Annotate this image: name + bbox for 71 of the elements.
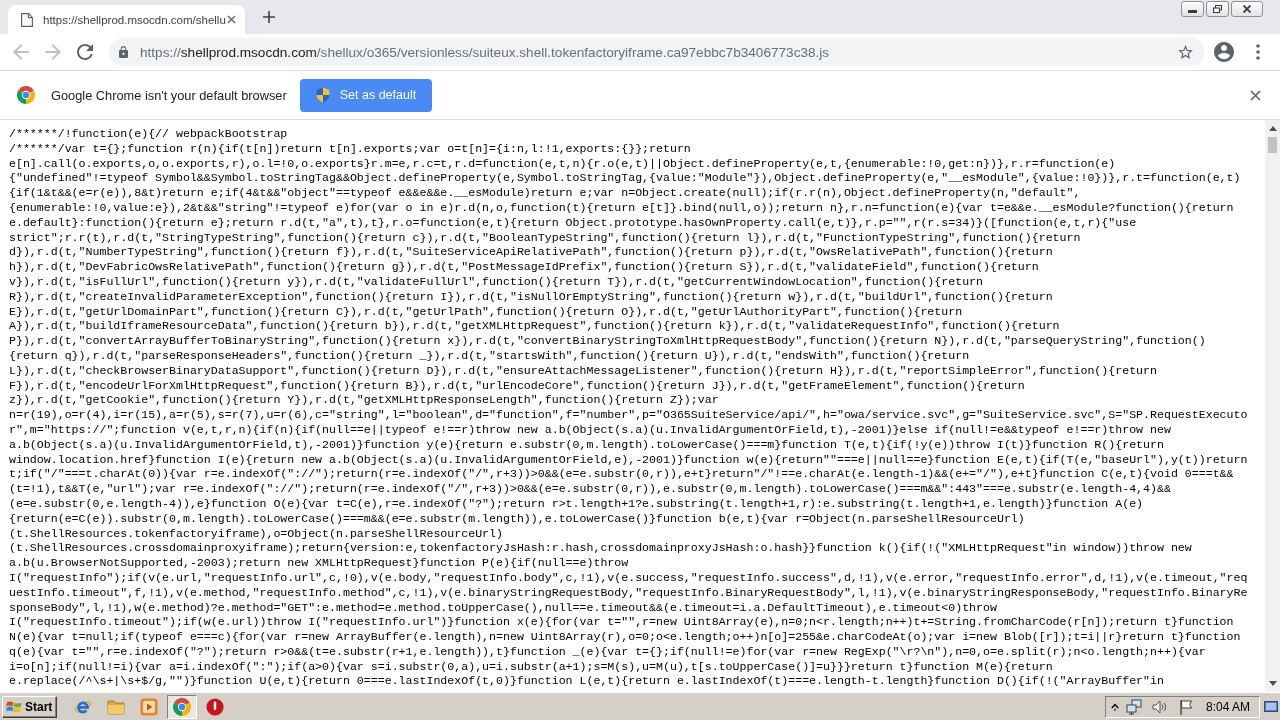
plus-icon[interactable] xyxy=(263,11,275,23)
code-line: R}),r.d(t,"createInvalidParameterException",function(){return I}),r.d(t,"isNullOrEmptyString",function(){return w}),r.d(t,"buildUrl",function(){return xyxy=(9,289,1054,305)
code-line: /******/!function(e){// webpackBootstrap xyxy=(9,127,289,142)
browser-tab[interactable]: https://shellprod.msocdn.com/shellu xyxy=(8,5,245,34)
code-line: r",m="https://";function v(e,t,r,n){if(n){if(null==e||typeof e!==r)throw new a.b(Object(s.a)(u.InvalidArgumentOrField,t),-2001)}else if(null!=e&&typeof e!==r)throw new xyxy=(9,422,1172,438)
code-line: strict";r.r(t),r.d(t,"StringTypeString",function(){return c}),r.d(t,"BooleanTypeString",function(){return l}),r.d(t,"FunctionTypeString",function(){return xyxy=(9,230,1082,246)
code-line: v}),r.d(t,"isFullUrl",function(){return y}),r.d(t,"validateFullUrl",function(){return T}),r.d(t,"getCurrentWindowLocation",function(){return xyxy=(9,274,985,290)
flag-icon[interactable] xyxy=(1177,698,1194,715)
chevron-up-icon[interactable] xyxy=(1110,702,1119,711)
code-line: (t=!1),t&&T(e,"url");var r=e.indexOf("://");return(r=e.indexOf("/",r+3))>0&&(e=e.substr(0,r)),e.substr(0,m.length).toLowerCase()===m&&":443"===e.substr(e.length-4,4)&& xyxy=(9,482,1172,497)
scroll-down-arrow-icon[interactable] xyxy=(1268,681,1277,686)
code-line: {return q}),r.d(t,"parseResponseHeaders",function(){return _}),r.d(t,"startsWith",function(){return U}),r.d(t,"endsWith",function(){return xyxy=(9,348,971,364)
url-text: https://shellprod.msocdn.com/shellux/o365/versionless/suiteux.shell.tokenfactoryiframe.ca97ebbc7b3406773c38.js xyxy=(140,44,830,60)
scroll-up-arrow-icon[interactable] xyxy=(1268,126,1277,131)
code-line: d}),r.d(t,"NumberTypeString",function(){return f}),r.d(t,"SuiteServiceApiRelativePath",function(){return p}),r.d(t,"OwsRelativePath",function(){return xyxy=(9,245,1054,261)
show-desktop-icon[interactable] xyxy=(1264,699,1278,714)
code-line: {enumerable:!0,value:e}),2&t&&"string"!=typeof e)for(var o in e)r.d(n,o,function(t){return e[t]}.bind(null,o));return n},r.n=function(e){var t=e&&e.__esModule?function(){return xyxy=(9,201,1235,216)
minimize-icon[interactable] xyxy=(1181,1,1204,17)
code-line: A}),r.d(t,"buildIframeResourceData",function(){return b}),r.d(t,"getXMLHttpRequest",function(){return k}),r.d(t,"validateRequestInfo",function(){return xyxy=(9,319,1061,335)
code-line: uestInfo.timeout",f,!1),v(e.method,"requestInfo.method",c,!1),v(e.binaryStringRequestBody,"requestInfo.BinaryRequestBody",l,!1),v(e.binaryStringResponseBody,"requestInfo.BinaryRe xyxy=(9,585,1249,601)
scroll-thumb[interactable] xyxy=(1268,137,1277,153)
code-line: {if(1&t&&(e=r(e)),8&t)return e;if(4&t&&"object"==typeof e&&e&&e.__esModule)return e;var n=Object.create(null);if(r.r(n),Object.defineProperty(n,"default", xyxy=(9,186,1082,201)
page-icon xyxy=(21,12,33,27)
code-line: z}),r.d(t,"getCookie",function(){return Y}),r.d(t,"getXMLHttpResponseLength",function(){return Z});var xyxy=(9,393,720,409)
network-icon[interactable] xyxy=(1125,698,1142,715)
lock-icon[interactable] xyxy=(119,46,128,58)
code-line: e[n].call(o.exports,o,o.exports,r),o.l=!0,o.exports}r.m=e,r.c=t,r.d=function(e,t,n){r.o(e,t)||Object.defineProperty(e,t,{enumerable:!0,get:n})},r.r=function(e) xyxy=(9,156,1117,172)
code-line: sponseBody",l,!1),w(e.method)?e.method="GET":e.method=e.method.toUpperCase(),null==e.timeout&&(e.timeout=i.a.DefaultTimeout),e.timeout<0)throw xyxy=(9,600,998,616)
star-icon[interactable] xyxy=(1178,45,1193,59)
address-bar[interactable]: https://shellprod.msocdn.com/shellux/o365/versionless/suiteux.shell.tokenfactoryiframe.ca97ebbc7b3406773c38.js xyxy=(109,38,1204,66)
code-line: I("requestInfo");if(v(e.url,"requestInfo.url",c,!0),v(e.body,"requestInfo.body",c,!1),v(e.success,"requestInfo.success",d,!1),v(e.error,"requestInfo.error",d,!1),v(e.timeout,"req xyxy=(9,570,1249,586)
browser-logo-icon xyxy=(17,86,35,104)
code-line: n=r(19),o=r(4),i=r(15),a=r(5),s=r(7),u=r(6),c="string",l="boolean",d="function",f="number",p="O365SuiteService/api/",h="owa/service.svc",g="SuiteService.svc",S="SP.RequestExecuto xyxy=(9,408,1249,423)
code-line: (e=e.substr(0,e.length-4)),e}function O(e){var t=C(e),r=e.indexOf("?");return r>t.length+1?e.substring(t.length+1,r):e.substring(t.length+1,e.length)}function A(e) xyxy=(9,496,1145,512)
code-line: t;if("/"===t.charAt(0)){var r=e.indexOf("://");return(r=e.indexOf("/",r+3))>0&&(e=e.substr(0,r)),e+t}return"/"!==e.charAt(e.length-1)&&(e+="/"),e+t}function C(e,t){void 0===t&& xyxy=(9,467,1235,483)
code-line: window.location.href}function I(e){return new a.b(Object(s.a)(u.InvalidArgumentOrField,e),-2001)}function w(e){return""===e||null==e}function E(e,t){if(T(e,"baseUrl"),y(t))return xyxy=(9,452,1249,468)
code-line: a.b(Object(s.a)(u.InvalidArgumentOrField,t),-2001)}function y(e){return e.substr(0,m.length).toLowerCase()===m}function T(e,t){if(!y(e))throw I(t)}function R(){return xyxy=(9,437,1165,453)
restore-icon[interactable] xyxy=(1206,1,1229,17)
alert-icon[interactable] xyxy=(206,697,225,716)
scrollbar[interactable] xyxy=(1265,120,1280,692)
code-line: h}),r.d(t,"DevFabricOwsRelativePath",function(){return g}),r.d(t,"PostMessageIdPrefix",function(){return S}),r.d(t,"validateField",function(){return xyxy=(9,260,1040,275)
window-flag-icon xyxy=(6,699,22,714)
code-line: I("requestInfo.timeout");if(w(e.url))throw I("requestInfo.url")}function x(e){for(var t="",r=new Uint8Array(e),n=0;n<r.length;n++)t+=String.fromCharCode(r[n]);return t}function xyxy=(9,615,1235,631)
start-button[interactable]: Start xyxy=(2,695,58,718)
code-line: {"undefined"!=typeof Symbol&&Symbol.toStringTag&&Object.defineProperty(e,Symbol.toStringTag,{value:"Module"}),Object.defineProperty(e,"__esModule",{value:!0})},r.t=function(e,t) xyxy=(9,171,1242,187)
reload-icon[interactable] xyxy=(77,44,93,60)
code-line: e.replace(/^\s+|\s+$/g,"")}function U(e,t){return 0===e.lastIndexOf(t,0)}function L(e,t){return e.lastIndexOf(t)===e.length-t.length}function D(){if(!("ArrayBuffer"in xyxy=(9,674,1165,690)
code-line: P}),r.d(t,"convertArrayBufferToBinaryString",function(){return x}),r.d(t,"convertBinaryStringToXmlHttpRequestBody",function(){return N}),r.d(t,"parseQueryString",function() xyxy=(9,334,1207,349)
code-line: (t.ShellResources.crossdomainproxyiframe);return{version:e,tokenfactoryJsHash:r.hash,crossdomainproxyJsHash:o.hash}}function k(){if(!("XMLHttpRequest"in window))throw new xyxy=(9,541,1193,557)
play-icon[interactable] xyxy=(140,697,159,716)
code-line: (t.ShellResources.tokenfactoryiframe),o=Object(n.parseShellResourceUrl) xyxy=(9,526,504,542)
code-line: q(e){var t="",r=e.indexOf("?");return r>0&&(t=e.substr(r+1,e.length)),t}function _(e){var t={};if(null!=e)for(var r=new RegExp("\r?\n"),n=0,o=e.split(r);n<o.length;n++){var xyxy=(9,644,1207,660)
browser-logo-icon[interactable] xyxy=(167,694,198,719)
close-icon[interactable] xyxy=(227,15,236,24)
code-line: {return(e=C(e)).substr(0,m.length).toLowerCase()===m&&(e=e.substr(m.length)),e.toLowerCase()}function b(e,t){var r=Object(n.parseShellResourceUrl) xyxy=(9,511,1026,527)
infobar-message: Google Chrome isn't your default browser xyxy=(51,87,287,103)
code-line: N(e){var t=null;if(typeof e===c){for(var r=new ArrayBuffer(e.length),n=new Uint8Array(r),o=0;o<e.length;o++)n[o]=255&e.charCodeAt(o);var i=new Blob([r]);t=i||r}return t}function xyxy=(9,630,1242,645)
shield-icon xyxy=(315,87,330,103)
account-icon[interactable] xyxy=(1214,42,1234,62)
code-line: a.b(u.BrowserNotSupported,-2003);return new XMLHttpRequest}function P(e){if(null==e)throw xyxy=(9,556,630,571)
code-line: F}),r.d(t,"encodeUrlForXmlHttpRequest",function(){return B}),r.d(t,"urlEncodeCore",function(){return J}),r.d(t,"getFrameElement",function(){return xyxy=(9,378,1026,394)
close-window-icon[interactable] xyxy=(1231,1,1263,17)
clock-text[interactable]: 8:04 AM xyxy=(1205,699,1250,714)
speaker-icon[interactable] xyxy=(1151,698,1168,715)
code-line: i=o[n];if(null!=i){var a=i.indexOf(":");if(a>0){var s=i.substr(0,a),u=i.substr(a+1);s=M(s),u=M(u),t[s.toUpperCase()]=u}}}return t}function M(e){return xyxy=(9,659,1054,675)
code-line: /******/var t={};function r(n){if(t[n])return t[n].exports;var o=t[n]={i:n,l:!1,exports:{}};return xyxy=(9,141,692,157)
code-line: E}),r.d(t,"getUrlDomainPart",function(){return C}),r.d(t,"getUrlPath",function(){return O}),r.d(t,"getUrlAuthorityPart",function(){return xyxy=(9,304,964,320)
close-icon[interactable] xyxy=(1250,89,1261,101)
code-line: e.default}:function(){return e};return r.d(t,"a",t),t},r.o=function(e,t){return Object.prototype.hasOwnProperty.call(e,t)},r.p="",r(r.s=34)}([function(e,t,r){"use xyxy=(9,215,1138,231)
code-line: L}),r.d(t,"checkBrowserBinaryDataSupport",function(){return D}),r.d(t,"ensureAttachMessageListener",function(){return H}),r.d(t,"reportSimpleError",function(){return xyxy=(9,363,1158,379)
menu-icon[interactable] xyxy=(1256,44,1260,60)
